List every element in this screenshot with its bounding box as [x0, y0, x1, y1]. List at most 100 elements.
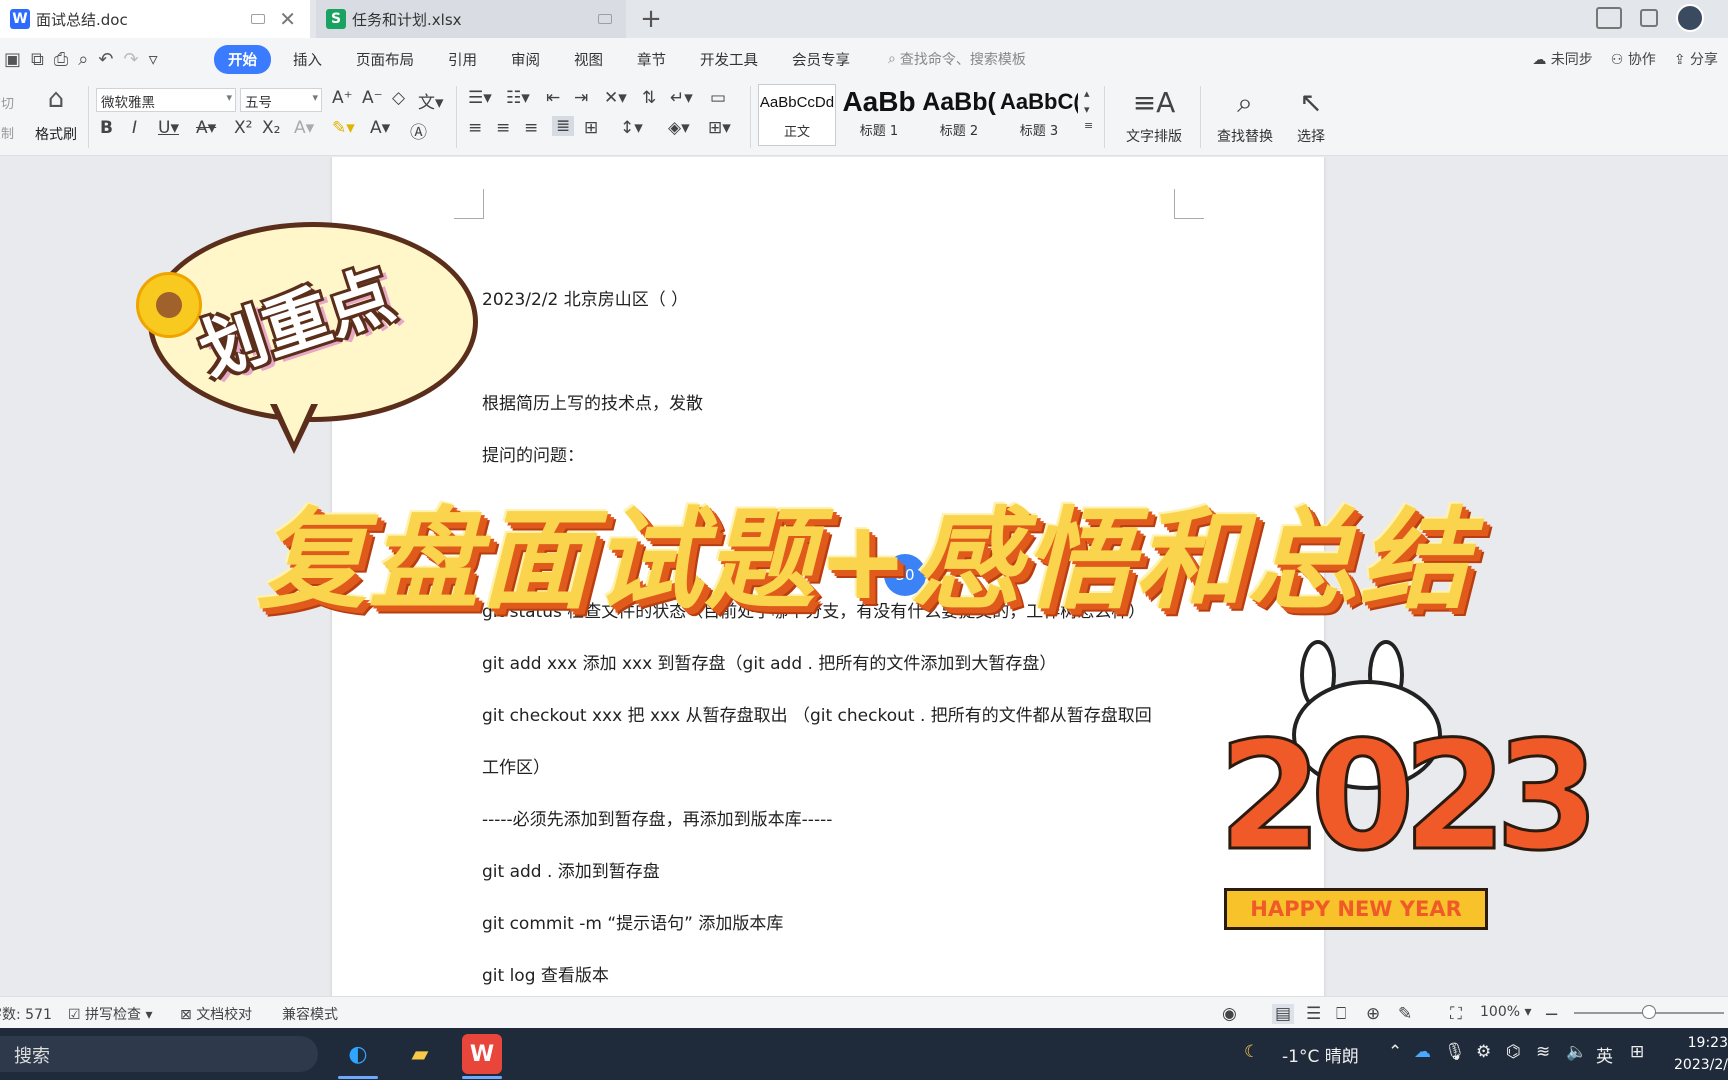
ime-indicator[interactable]: 英 [1596, 1042, 1613, 1067]
borders-icon[interactable]: ⊞▾ [708, 118, 731, 138]
window-icon[interactable] [598, 14, 612, 24]
grow-font-icon[interactable]: A⁺ [332, 88, 353, 108]
tab-doc[interactable]: W 面试总结.doc ✕ [0, 0, 310, 38]
phonetic-icon[interactable]: 文▾ [418, 88, 444, 113]
text-direction-icon[interactable]: ✕▾ [604, 88, 627, 108]
new-tab-button[interactable]: + [636, 4, 666, 34]
cut-button[interactable]: 剪切 [0, 90, 14, 120]
align-center-icon[interactable]: ≡ [496, 118, 510, 138]
write-mode-icon[interactable]: ✎ [1398, 1004, 1412, 1024]
menu-member[interactable]: 会员专享 [792, 49, 850, 70]
doc-line[interactable]: git commit -m “提示语句” 添加版本库 [482, 909, 783, 934]
print-icon[interactable]: ⎙ [54, 49, 68, 70]
tab-xlsx[interactable]: S 任务和计划.xlsx [316, 0, 626, 38]
indent-icon[interactable]: ⇥ [574, 88, 588, 108]
zoom-level[interactable]: 100% ▾ [1480, 1004, 1532, 1020]
style-heading-2[interactable]: AaBb( 标题 2 [920, 84, 998, 146]
web-view-icon[interactable]: ⊕ [1366, 1004, 1380, 1024]
clear-format-icon[interactable]: ◇ [392, 88, 405, 108]
read-view-icon[interactable]: ⎕ [1336, 1004, 1346, 1024]
doc-line[interactable]: 提问的问题： [482, 441, 584, 466]
page-view-icon[interactable]: ▤ [1272, 1004, 1295, 1024]
window-icon[interactable] [251, 14, 266, 24]
preview-icon[interactable]: ⌕ [78, 49, 88, 70]
menu-section[interactable]: 章节 [637, 49, 666, 70]
menu-layout[interactable]: 页面布局 [356, 49, 414, 70]
fit-page-icon[interactable]: ⛶ [1450, 1004, 1462, 1024]
strikethrough-icon[interactable]: A▾ [196, 118, 216, 138]
avatar[interactable] [1676, 4, 1704, 32]
ruler-icon[interactable]: ▭ [710, 88, 726, 108]
file-explorer-icon[interactable]: ▰ [400, 1034, 440, 1074]
find-replace-button[interactable]: ⌕ 查找替换 [1206, 86, 1284, 146]
menu-references[interactable]: 引用 [448, 49, 477, 70]
font-name-select[interactable]: 微软雅黑 [96, 88, 236, 112]
chevron-up-icon[interactable]: ⌃ [1388, 1042, 1402, 1062]
superscript-icon[interactable]: X² [234, 118, 252, 138]
customize-icon[interactable]: ▿ [149, 49, 158, 70]
line-spacing-icon[interactable]: ↕▾ [620, 118, 643, 138]
align-left-icon[interactable]: ≡ [468, 118, 482, 138]
select-button[interactable]: ↖ 选择 [1288, 86, 1334, 146]
menu-review[interactable]: 审阅 [511, 49, 540, 70]
microphone-icon[interactable]: 🎙 [1444, 1042, 1466, 1062]
redo-icon[interactable]: ↷ [123, 49, 138, 70]
align-right-icon[interactable]: ≡ [524, 118, 538, 138]
doc-line[interactable]: git log 查看版本 [482, 961, 609, 986]
taskbar-search[interactable]: 搜索 [0, 1036, 318, 1072]
volume-icon[interactable]: 🔈 [1566, 1042, 1587, 1062]
style-heading-3[interactable]: AaBbC( 标题 3 [1000, 84, 1078, 146]
doc-check-button[interactable]: ⊠ 文档校对 [180, 1004, 252, 1024]
command-search-input[interactable]: 查找命令、搜索模板 [900, 49, 1026, 69]
word-count[interactable]: 字数: 571 [0, 1004, 52, 1024]
spell-check-button[interactable]: ☑ 拼写检查 ▾ [68, 1004, 153, 1024]
undo-icon[interactable]: ↶ [98, 49, 113, 70]
format-brush-button[interactable]: ⌂ 格式刷 [30, 84, 82, 144]
network-icon[interactable]: ⌬ [1506, 1042, 1521, 1062]
clock[interactable]: 19:23 2023/2/ [1668, 1032, 1728, 1076]
doc-line[interactable]: git checkout xxx 把 xxx 从暂存盘取出 （git check… [482, 701, 1152, 726]
doc-line[interactable]: git add . 添加到暂存盘 [482, 857, 660, 882]
styles-scroll-icon[interactable]: ▴ ▾ ≡ [1084, 86, 1093, 134]
apps-grid-icon[interactable] [1640, 9, 1658, 27]
zoom-slider-thumb[interactable] [1642, 1005, 1656, 1019]
doc-line[interactable]: -----必须先添加到暂存盘，再添加到版本库----- [482, 805, 832, 830]
outdent-icon[interactable]: ⇤ [546, 88, 560, 108]
subscript-icon[interactable]: X₂ [262, 118, 280, 138]
text-effect-icon[interactable]: A▾ [294, 118, 314, 138]
menu-view[interactable]: 视图 [574, 49, 603, 70]
onedrive-icon[interactable]: ☁ [1414, 1042, 1431, 1062]
bullet-list-icon[interactable]: ☰▾ [468, 88, 492, 108]
share-button[interactable]: ⇪ 分享 [1674, 49, 1718, 69]
close-icon[interactable]: ✕ [279, 7, 296, 31]
style-heading-1[interactable]: AaBb 标题 1 [840, 84, 918, 146]
menu-developer[interactable]: 开发工具 [700, 49, 758, 70]
shading-icon[interactable]: ◈▾ [668, 118, 690, 138]
font-size-select[interactable]: 五号 [240, 88, 322, 112]
collab-button[interactable]: ⚇ 协作 [1611, 49, 1656, 69]
menu-insert[interactable]: 插入 [293, 49, 322, 70]
underline-icon[interactable]: U▾ [158, 118, 179, 138]
text-layout-button[interactable]: ≡A 文字排版 [1114, 86, 1194, 146]
save-icon[interactable]: ▣ [4, 49, 21, 70]
ime-mode-icon[interactable]: ⊞ [1630, 1042, 1644, 1062]
doc-line[interactable]: git add xxx 添加 xxx 到暂存盘（git add . 把所有的文件… [482, 649, 1056, 674]
outline-view-icon[interactable]: ☰ [1306, 1004, 1321, 1024]
doc-line[interactable]: 2023/2/2 北京房山区（ ） [482, 285, 688, 310]
wifi-icon[interactable]: ≋ [1536, 1042, 1550, 1062]
app-tray-icon[interactable]: ⚙ [1476, 1042, 1491, 1062]
export-icon[interactable]: ⧉ [31, 49, 44, 70]
highlight-icon[interactable]: ✎▾ [332, 118, 355, 138]
line-break-icon[interactable]: ↵▾ [670, 88, 693, 108]
style-normal[interactable]: AaBbCcDd 正文 [758, 84, 836, 146]
doc-line[interactable]: 根据简历上写的技术点，发散 [482, 389, 703, 414]
eye-protect-icon[interactable]: ◉ [1222, 1004, 1237, 1024]
weather-text[interactable]: -1°C 晴朗 [1282, 1042, 1359, 1067]
char-border-icon[interactable]: Ⓐ [410, 118, 427, 143]
justify-icon[interactable]: ≣ [552, 116, 575, 136]
italic-icon[interactable]: I [132, 118, 137, 138]
doc-line[interactable]: 工作区） [482, 753, 550, 778]
distribute-icon[interactable]: ⊞ [584, 118, 598, 138]
sync-button[interactable]: ☁ 未同步 [1532, 49, 1592, 69]
numbered-list-icon[interactable]: ☷▾ [506, 88, 530, 108]
